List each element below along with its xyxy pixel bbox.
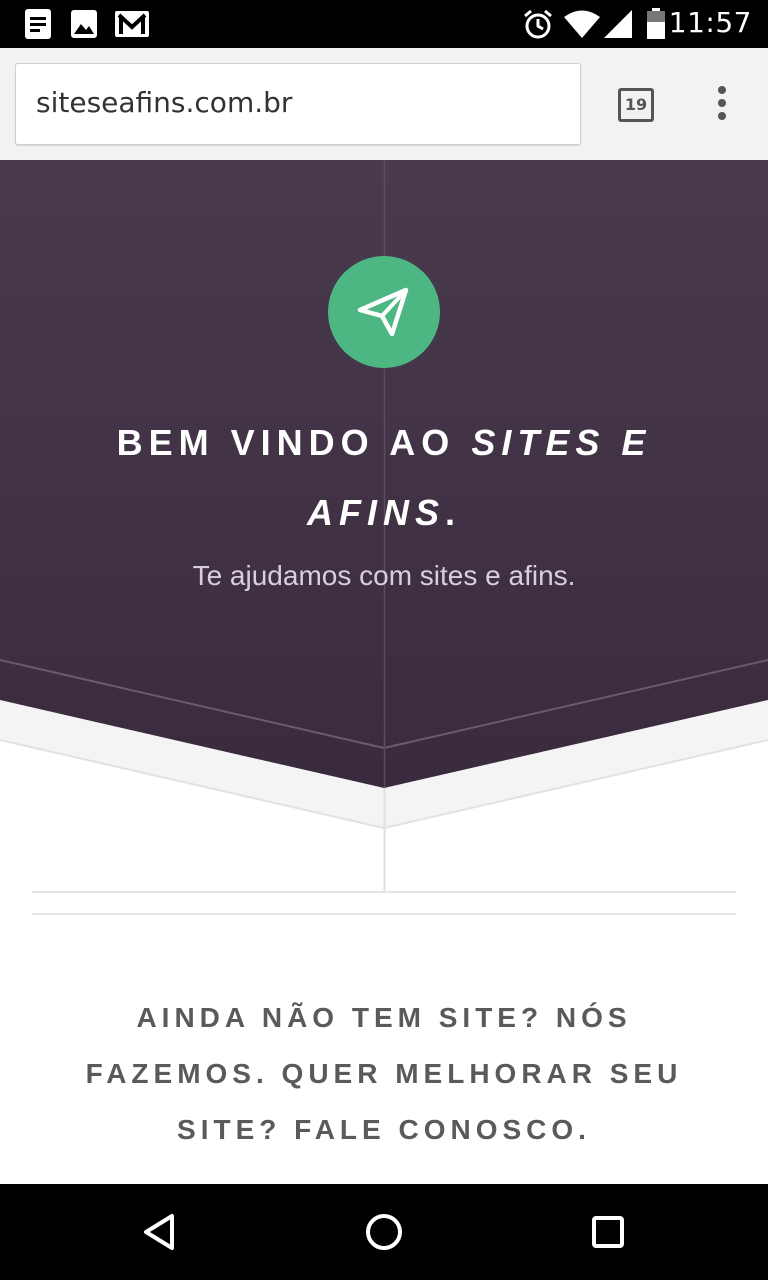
wifi-icon [564, 10, 600, 38]
hero-title-italic-2: AFINS [306, 492, 445, 533]
status-bar: 11:57 [0, 0, 768, 48]
address-bar[interactable]: siteseafins.com.br [15, 63, 581, 145]
paper-plane-icon [357, 287, 409, 337]
home-icon[interactable] [360, 1208, 408, 1256]
tab-switcher-button[interactable]: 19 [618, 88, 654, 122]
url-text[interactable]: siteseafins.com.br [36, 86, 292, 119]
web-page: BEM VINDO AO SITES E AFINS. Te ajudamos … [0, 160, 768, 1184]
clock: 11:57 [668, 6, 752, 39]
image-icon [71, 10, 97, 38]
hero-title-end: . [444, 492, 461, 533]
document-icon [25, 9, 51, 39]
cta-heading: AINDA NÃO TEM SITE? NÓS FAZEMOS. QUER ME… [85, 1002, 683, 1145]
hero-title: BEM VINDO AO SITES E AFINS. [84, 408, 684, 548]
battery-icon [647, 8, 665, 39]
hero-subtitle: Te ajudamos com sites e afins. [192, 560, 576, 591]
back-icon[interactable] [136, 1208, 184, 1256]
signal-icon [604, 10, 632, 38]
browser-toolbar: siteseafins.com.br 19 [0, 48, 768, 160]
hero-title-plain: BEM VINDO AO [116, 422, 456, 463]
overflow-menu-icon[interactable] [710, 86, 734, 126]
divider [32, 891, 736, 893]
hero-title-italic-1: SITES E [471, 422, 652, 463]
divider [32, 913, 736, 915]
alarm-icon [524, 9, 552, 39]
navigation-bar [0, 1184, 768, 1280]
logo-badge [328, 256, 440, 368]
recents-icon[interactable] [584, 1208, 632, 1256]
gmail-icon [115, 11, 149, 37]
